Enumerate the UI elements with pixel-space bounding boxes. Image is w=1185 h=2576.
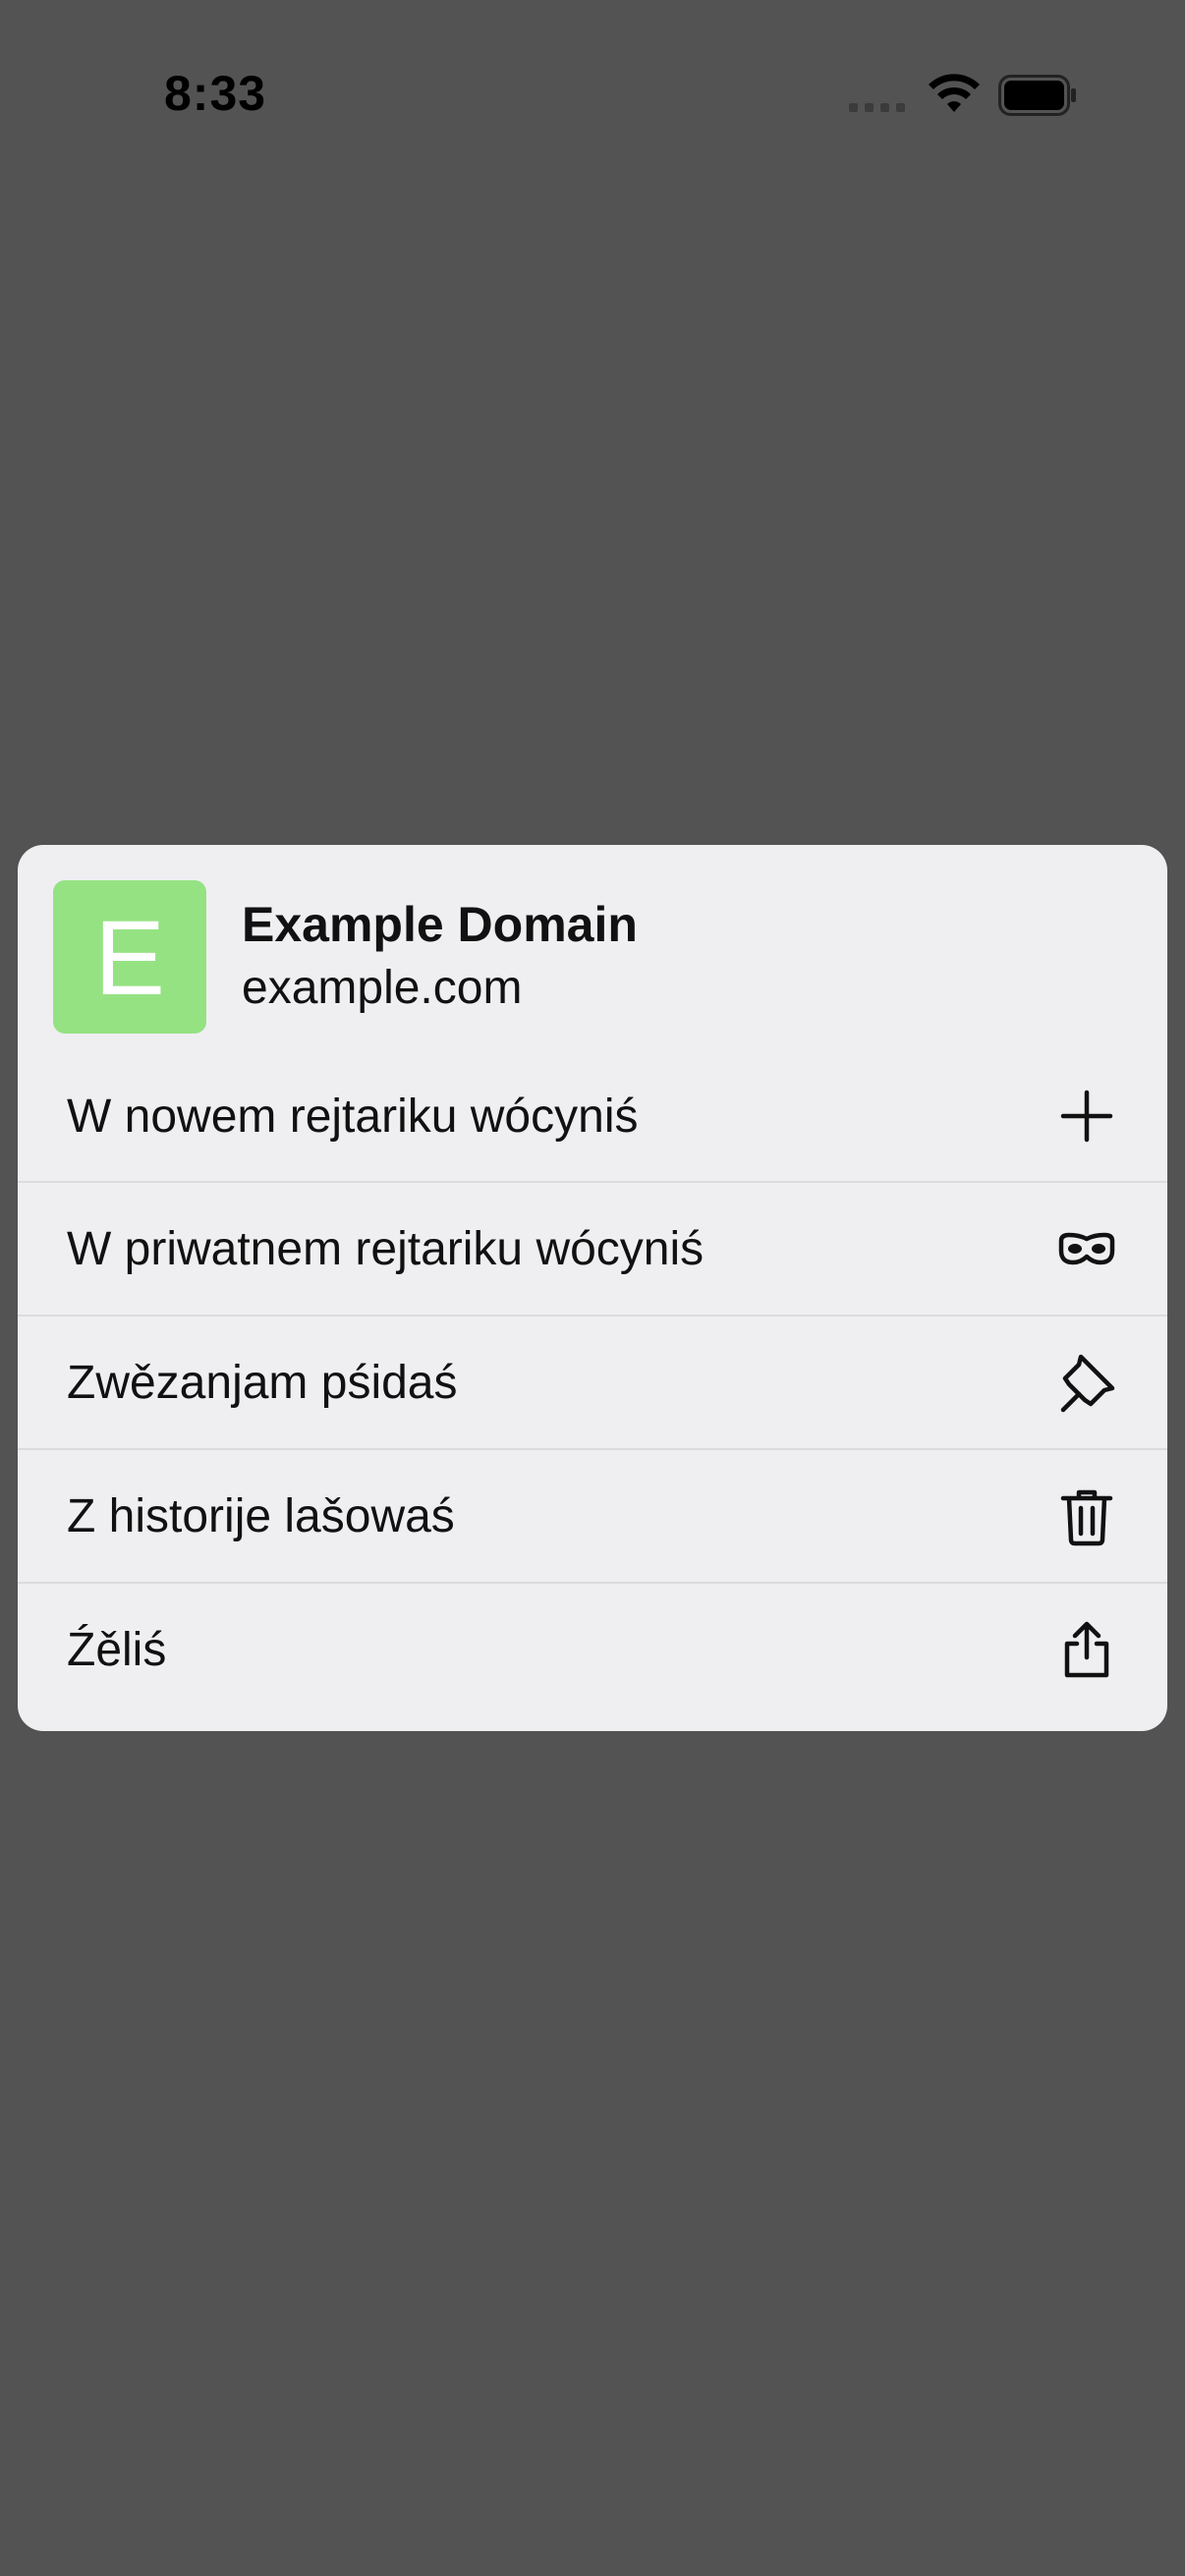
- menu-item-label: W priwatnem rejtariku wócyniś: [67, 1222, 705, 1275]
- open-in-private-tab-item[interactable]: W priwatnem rejtariku wócyniś: [18, 1181, 1167, 1315]
- menu-item-label: Z historije lašowaś: [67, 1489, 455, 1542]
- status-time: 8:33: [164, 66, 267, 121]
- menu-item-label: W nowem rejtariku wócyniś: [67, 1090, 639, 1143]
- share-item[interactable]: Źěliś: [18, 1582, 1167, 1715]
- cellular-signal-icon: [849, 103, 905, 112]
- menu-header: E Example Domain example.com: [18, 845, 1167, 1081]
- menu-item-label: Źěliś: [67, 1623, 167, 1676]
- private-mask-icon: [1055, 1217, 1118, 1280]
- open-in-new-tab-item[interactable]: W nowem rejtariku wócyniś: [18, 1051, 1167, 1181]
- battery-icon: [998, 75, 1076, 116]
- menu-item-label: Zwězanjam pśidaś: [67, 1356, 458, 1409]
- share-icon: [1055, 1618, 1118, 1681]
- site-favicon: E: [53, 880, 206, 1034]
- add-to-shortcuts-item[interactable]: Zwězanjam pśidaś: [18, 1315, 1167, 1448]
- page-title: Example Domain: [242, 897, 638, 952]
- pin-icon: [1055, 1351, 1118, 1414]
- link-context-menu: E Example Domain example.com W nowem rej…: [18, 845, 1167, 1731]
- trash-icon: [1055, 1484, 1118, 1547]
- plus-icon: [1055, 1085, 1118, 1148]
- status-bar: 8:33: [0, 0, 1185, 196]
- wifi-icon: [929, 74, 980, 112]
- page-domain: example.com: [242, 962, 523, 1014]
- remove-from-history-item[interactable]: Z historije lašowaś: [18, 1448, 1167, 1582]
